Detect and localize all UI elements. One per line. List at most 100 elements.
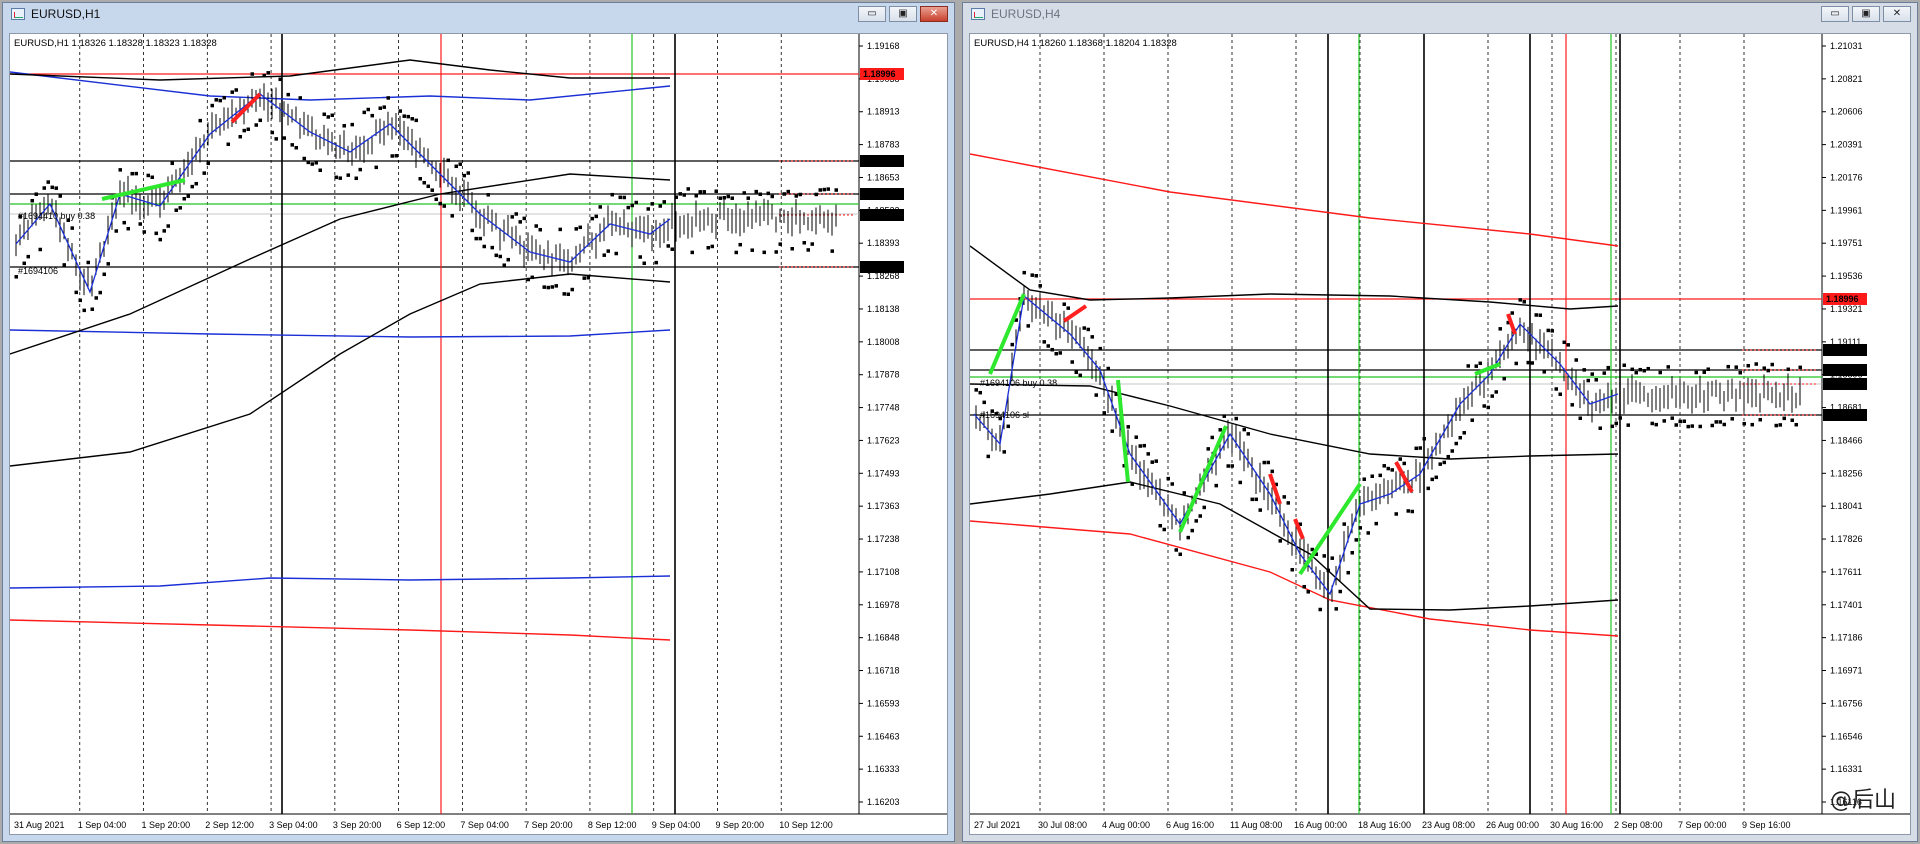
chart-window-h1[interactable]: EURUSD,H1 ▭ ▣ ✕ 1.191681.190381.189131.1…: [2, 2, 955, 842]
close-button[interactable]: ✕: [1883, 6, 1911, 22]
sar-dot: [1218, 428, 1222, 432]
sar-dot: [398, 109, 402, 113]
title-bar[interactable]: EURUSD,H4 ▭ ▣ ✕: [963, 3, 1917, 25]
sar-dot: [126, 226, 130, 231]
sar-dot: [542, 285, 546, 289]
sar-dot: [618, 195, 622, 200]
price-tick-label: 1.18913: [867, 107, 900, 117]
chart-canvas-h4[interactable]: 1.21031 1.20821 1.20606 1.20391 1.20176 1.199…: [969, 33, 1911, 835]
sar-dot: [630, 203, 634, 208]
sar-dot: [1250, 497, 1254, 502]
title-bar[interactable]: EURUSD,H1 ▭ ▣ ✕: [3, 3, 954, 25]
sar-dot: [534, 224, 538, 228]
maximize-button[interactable]: ▣: [889, 6, 917, 22]
time-tick-label: 3 Sep 04:00: [269, 820, 318, 830]
sar-dot: [778, 242, 782, 246]
sar-dot: [1230, 464, 1234, 468]
sar-dot: [94, 296, 98, 300]
order-label: #1694410 buy 0.38: [18, 211, 95, 221]
order-label: #1694106 buy 0.38: [980, 378, 1057, 388]
sar-dot: [734, 250, 738, 255]
sar-dot: [166, 224, 170, 228]
sar-dot: [1134, 435, 1138, 439]
sar-dot: [1110, 429, 1114, 433]
time-tick-label: 7 Sep 00:00: [1678, 820, 1727, 830]
indicator-curve: [10, 273, 671, 467]
sar-dot: [1706, 367, 1710, 371]
sar-dot: [1794, 422, 1798, 427]
price-tick-label: 1.18138: [867, 304, 900, 314]
indicator-curve: [970, 153, 1619, 247]
sar-dot: [586, 276, 590, 280]
sar-dot: [278, 77, 282, 82]
price-tick-label: 1.16593: [867, 698, 900, 708]
price-chart-h1[interactable]: 1.191681.190381.189131.187831.186531.185…: [10, 34, 948, 835]
sar-dot: [1046, 344, 1050, 348]
price-tag: 1.18585: [860, 155, 904, 167]
sar-dot: [1066, 306, 1070, 310]
sar-dot: [1270, 469, 1274, 474]
sar-dot: [550, 285, 554, 289]
sar-dot: [154, 231, 158, 236]
sar-dot: [1126, 425, 1130, 429]
sar-dot: [42, 186, 46, 190]
price-tag-label: 1.18328: [863, 210, 896, 220]
sar-dot: [1482, 404, 1486, 408]
symbol-info-label: EURUSD,H4 1.18260 1.18368 1.18204 1.1832…: [974, 38, 1177, 49]
sar-dot: [258, 118, 262, 123]
indicator-curve: [970, 383, 1619, 460]
sar-dot: [226, 142, 230, 147]
time-tick-label: 26 Aug 00:00: [1486, 820, 1539, 830]
sar-dot: [1190, 528, 1194, 533]
sar-dot: [1458, 435, 1462, 440]
sar-dot: [1726, 364, 1730, 369]
sar-dot: [414, 118, 418, 123]
sar-dot: [1026, 324, 1030, 328]
sar-dot: [442, 204, 446, 208]
sar-dot: [706, 245, 710, 250]
chart-canvas-h1[interactable]: 1.191681.190381.189131.187831.186531.185…: [9, 33, 948, 835]
sar-dot: [266, 71, 270, 75]
sar-dot: [558, 227, 562, 232]
sar-dot: [374, 165, 378, 170]
sar-dot: [1302, 584, 1306, 589]
price-tag-label: 1.18585: [1826, 345, 1859, 355]
minimize-button[interactable]: ▭: [1821, 6, 1849, 22]
sar-dot: [1674, 423, 1678, 427]
sar-dot: [822, 187, 826, 192]
price-tick-label: 1.16203: [867, 797, 900, 807]
price-chart-h4[interactable]: 1.21031 1.20821 1.20606 1.20391 1.20176 1.199…: [970, 34, 1911, 835]
close-button[interactable]: ✕: [920, 6, 948, 22]
sar-dot: [1346, 570, 1350, 575]
sar-dot: [106, 262, 110, 266]
sar-dot: [1470, 418, 1474, 422]
sar-dot: [1534, 313, 1538, 317]
sar-dot: [654, 260, 658, 265]
sar-dot: [1246, 432, 1250, 436]
sar-dot: [1654, 422, 1658, 427]
sar-dot: [1390, 468, 1394, 472]
sar-dot: [1146, 452, 1150, 456]
sar-dot: [1622, 363, 1626, 368]
price-tick-label: 1.16978: [867, 600, 900, 610]
minimize-button[interactable]: ▭: [858, 6, 886, 22]
sar-dot: [1778, 423, 1782, 427]
sar-dot: [366, 107, 370, 112]
price-tag-label: 1.18427: [863, 189, 896, 199]
sar-dot: [22, 261, 26, 266]
sar-dot: [346, 173, 350, 177]
sar-dot: [538, 227, 542, 232]
sar-dot: [526, 277, 530, 282]
sar-dot: [826, 187, 830, 191]
sar-dot: [662, 200, 666, 204]
price-tick-label: 1.17186: [1830, 633, 1863, 643]
price-tick-label: 1.16971: [1830, 666, 1863, 676]
sar-dot: [1770, 362, 1774, 367]
sar-dot: [1474, 364, 1478, 368]
maximize-button[interactable]: ▣: [1852, 6, 1880, 22]
sar-dot: [326, 115, 330, 119]
sar-dot: [1782, 416, 1786, 421]
chart-window-h4[interactable]: EURUSD,H4 ▭ ▣ ✕ 1.21031 1.20821 1.20606 1.2…: [962, 2, 1918, 842]
price-tick-label: 1.18008: [867, 337, 900, 347]
sar-dot: [1142, 443, 1146, 448]
